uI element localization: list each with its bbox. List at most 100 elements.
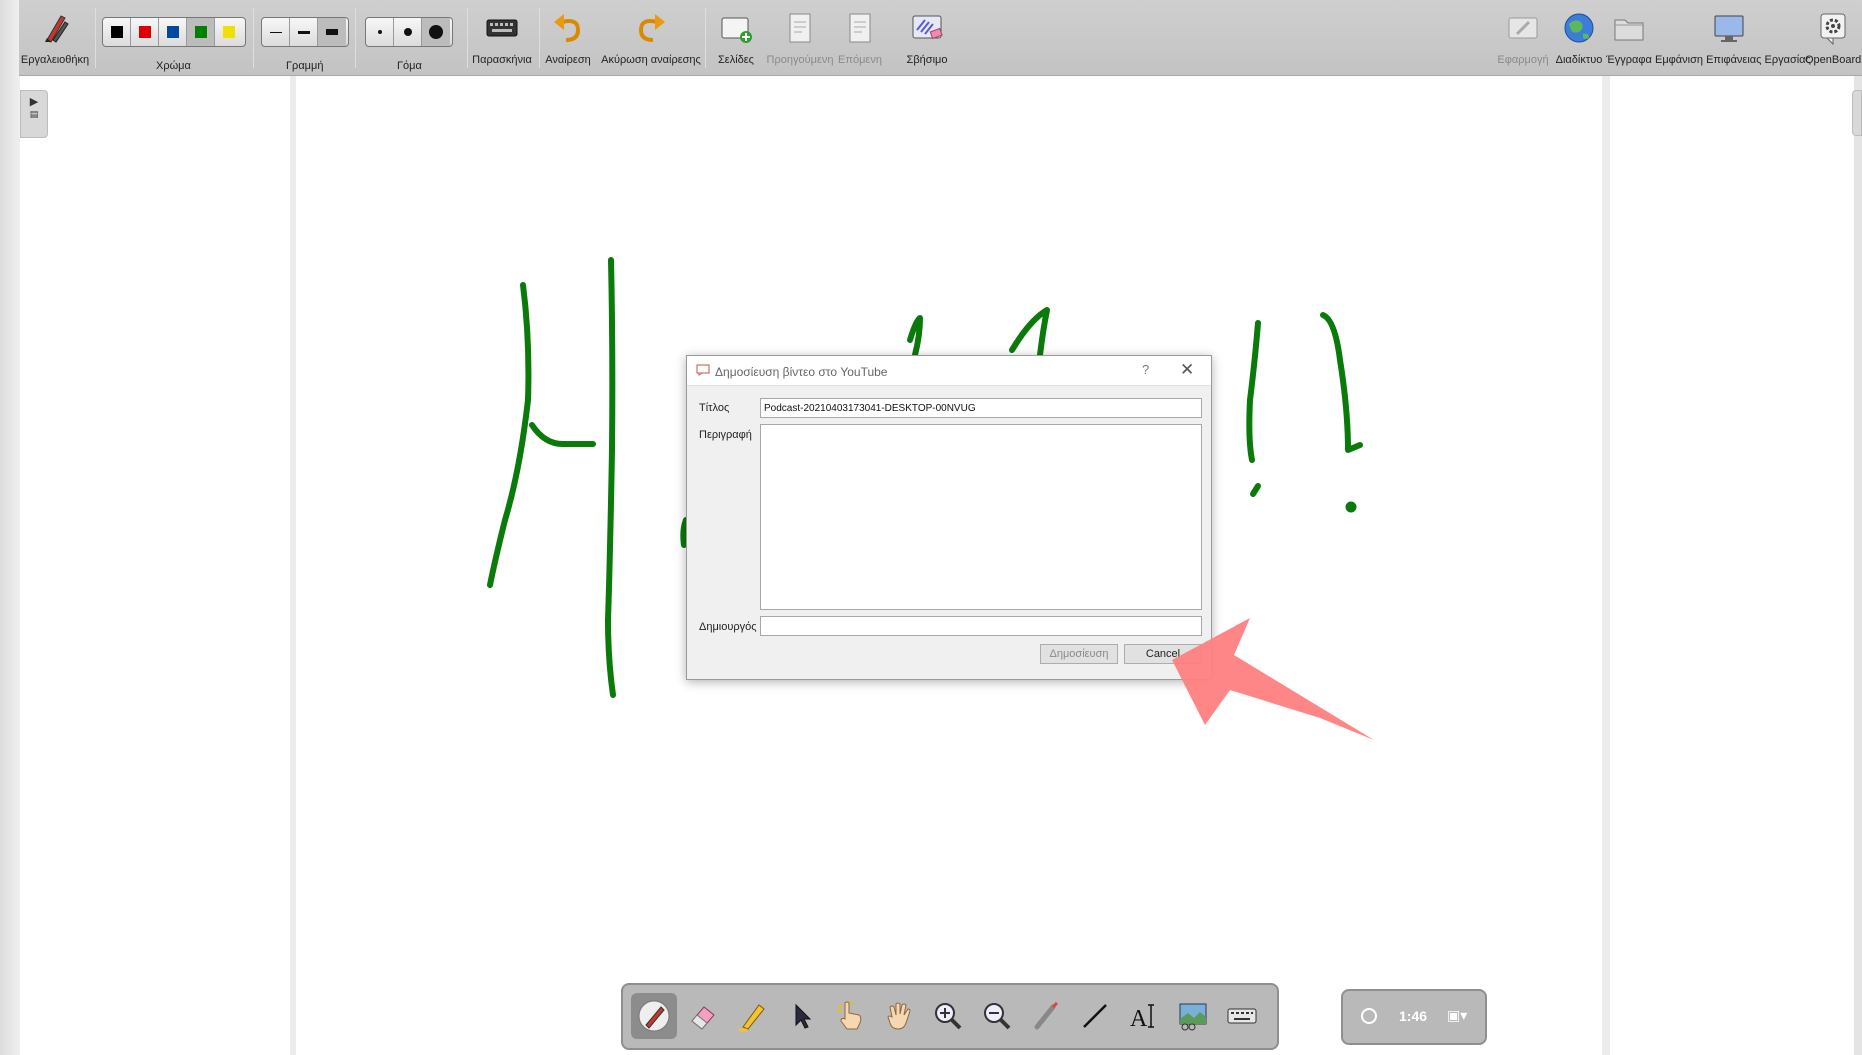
description-textarea[interactable] bbox=[760, 424, 1202, 610]
redo-label: Ακύρωση αναίρεσης bbox=[601, 54, 701, 66]
dialog-titlebar: Δημοσίευση βίντεο στο YouTube ? ✕ bbox=[687, 356, 1211, 386]
highlighter-icon bbox=[739, 1004, 765, 1032]
undo-button[interactable]: Αναίρεση bbox=[545, 8, 591, 66]
openboard-window: Εργαλειοθήκη Χρώμα Γραμμή Γόμα Παρασκήνι… bbox=[0, 0, 1862, 1055]
pages-panel-toggle[interactable]: ▶ ▤ bbox=[20, 90, 48, 138]
desktop-monitor-icon bbox=[1714, 15, 1744, 42]
hand-tool-button[interactable] bbox=[876, 993, 922, 1039]
help-button[interactable]: ? bbox=[1142, 362, 1149, 377]
line-medium-option[interactable] bbox=[290, 18, 318, 46]
line-icon bbox=[1083, 1004, 1107, 1028]
ink-stroke bbox=[529, 422, 596, 448]
line-thin-option[interactable] bbox=[262, 18, 290, 46]
previous-page-button[interactable]: Προηγούμενη bbox=[765, 8, 835, 66]
openboard-label: OpenBoard bbox=[1805, 54, 1862, 66]
color-blue-swatch[interactable] bbox=[159, 18, 187, 46]
text-tool-button[interactable]: A bbox=[1121, 993, 1167, 1039]
show-desktop-label: Εμφάνιση Επιφάνειας Εργασίας bbox=[1655, 54, 1811, 66]
web-button[interactable]: Διαδίκτυο bbox=[1549, 8, 1609, 66]
youtube-publish-dialog: Δημοσίευση βίντεο στο YouTube ? ✕ Τίτλος… bbox=[686, 355, 1212, 680]
openboard-menu-button[interactable]: OpenBoard bbox=[1805, 8, 1861, 66]
laser-pointer-icon bbox=[1034, 1001, 1059, 1030]
toolbox-button[interactable]: Εργαλειοθήκη bbox=[19, 8, 91, 66]
web-label: Διαδίκτυο bbox=[1555, 54, 1603, 66]
creator-input[interactable] bbox=[760, 616, 1202, 636]
documents-label: Έγγραφα bbox=[1606, 54, 1652, 66]
eraser-size-selector[interactable] bbox=[365, 17, 453, 47]
color-palette[interactable] bbox=[102, 17, 246, 47]
color-red-swatch[interactable] bbox=[131, 18, 159, 46]
interact-tool-button[interactable] bbox=[827, 993, 873, 1039]
pen-icon bbox=[638, 1000, 670, 1032]
page-list-icon: ▤ bbox=[29, 109, 39, 119]
line-tool-button[interactable] bbox=[1072, 993, 1118, 1039]
eraser-icon bbox=[691, 1006, 715, 1030]
library-panel-toggle[interactable] bbox=[1852, 90, 1862, 136]
color-label: Χρώμα bbox=[156, 60, 191, 72]
eraser-tool-button[interactable] bbox=[680, 993, 726, 1039]
next-page-label: Επόμενη bbox=[838, 54, 882, 66]
record-button[interactable] bbox=[1361, 1008, 1377, 1024]
title-field-label: Τίτλος bbox=[699, 402, 730, 414]
redo-icon bbox=[638, 14, 665, 42]
line-thick-option[interactable] bbox=[318, 18, 346, 46]
pointing-hand-icon bbox=[837, 1000, 862, 1030]
ink-dot bbox=[1345, 501, 1357, 513]
laser-pointer-tool-button[interactable] bbox=[1023, 993, 1069, 1039]
eraser-large-option[interactable] bbox=[422, 18, 450, 46]
virtual-keyboard-tool-button[interactable] bbox=[1219, 993, 1265, 1039]
color-green-swatch[interactable] bbox=[187, 18, 215, 46]
pen-tool-button[interactable] bbox=[631, 993, 677, 1039]
board-right-margin bbox=[1602, 76, 1610, 1055]
title-input[interactable] bbox=[760, 398, 1202, 418]
clear-board-label: Σβήσιμο bbox=[906, 54, 948, 66]
podcast-recorder-bar: 1:46 ▣▾ bbox=[1341, 989, 1487, 1045]
toolbar-separator bbox=[253, 8, 254, 68]
zoom-out-tool-button[interactable] bbox=[974, 993, 1020, 1039]
capture-tool-button[interactable] bbox=[1170, 993, 1216, 1039]
svg-text:A: A bbox=[1130, 1006, 1148, 1032]
cancel-button[interactable]: Cancel bbox=[1124, 644, 1202, 664]
zoom-in-tool-button[interactable] bbox=[925, 993, 971, 1039]
previous-page-label: Προηγούμενη bbox=[766, 54, 834, 66]
undo-icon bbox=[554, 14, 581, 42]
eraser-small-option[interactable] bbox=[366, 18, 394, 46]
dialog-title: Δημοσίευση βίντεο στο YouTube bbox=[715, 365, 888, 379]
color-yellow-swatch[interactable] bbox=[215, 18, 243, 46]
line-width-selector[interactable] bbox=[261, 17, 349, 47]
recorder-menu-icon[interactable]: ▣▾ bbox=[1447, 1007, 1467, 1024]
keyboard-icon bbox=[1227, 1008, 1257, 1024]
ink-stroke bbox=[605, 257, 616, 698]
color-black-swatch[interactable] bbox=[103, 18, 131, 46]
show-desktop-button[interactable]: Εμφάνιση Επιφάνειας Εργασίας bbox=[1655, 8, 1811, 66]
eraser-medium-option[interactable] bbox=[394, 18, 422, 46]
toolbar-separator bbox=[467, 8, 468, 68]
clear-board-button[interactable]: Σβήσιμο bbox=[899, 8, 955, 66]
application-label: Εφαρμογή bbox=[1497, 54, 1549, 66]
window-left-border bbox=[0, 0, 20, 1055]
top-toolbar: Εργαλειοθήκη Χρώμα Γραμμή Γόμα Παρασκήνι… bbox=[19, 0, 1862, 76]
zoom-out-icon bbox=[984, 1003, 1011, 1030]
previous-page-icon bbox=[789, 13, 811, 43]
publish-button[interactable]: Δημοσίευση bbox=[1040, 644, 1118, 664]
folder-icon bbox=[1614, 19, 1644, 41]
window-right-border bbox=[1854, 0, 1862, 1055]
settings-gear-icon bbox=[1820, 13, 1846, 46]
dialog-close-button[interactable]: ✕ bbox=[1180, 360, 1194, 380]
documents-button[interactable]: Έγγραφα bbox=[1601, 8, 1657, 66]
next-page-icon bbox=[849, 13, 871, 43]
expand-arrow-icon: ▶ bbox=[29, 96, 39, 108]
pages-button[interactable]: Σελίδες bbox=[713, 8, 759, 66]
application-button[interactable]: Εφαρμογή bbox=[1491, 8, 1555, 66]
redo-button[interactable]: Ακύρωση αναίρεσης bbox=[601, 8, 701, 66]
marker-tool-button[interactable] bbox=[729, 993, 775, 1039]
arrow-cursor-icon bbox=[795, 1003, 812, 1029]
text-icon: A bbox=[1130, 1004, 1154, 1032]
ink-stroke bbox=[1250, 483, 1261, 497]
toolbox-label: Εργαλειοθήκη bbox=[20, 54, 90, 66]
stylus-palette: A bbox=[621, 983, 1279, 1050]
ink-stroke bbox=[1246, 320, 1261, 463]
selector-tool-button[interactable] bbox=[778, 993, 824, 1039]
footnotes-button[interactable]: Παρασκήνια bbox=[471, 8, 533, 66]
next-page-button[interactable]: Επόμενη bbox=[837, 8, 883, 66]
